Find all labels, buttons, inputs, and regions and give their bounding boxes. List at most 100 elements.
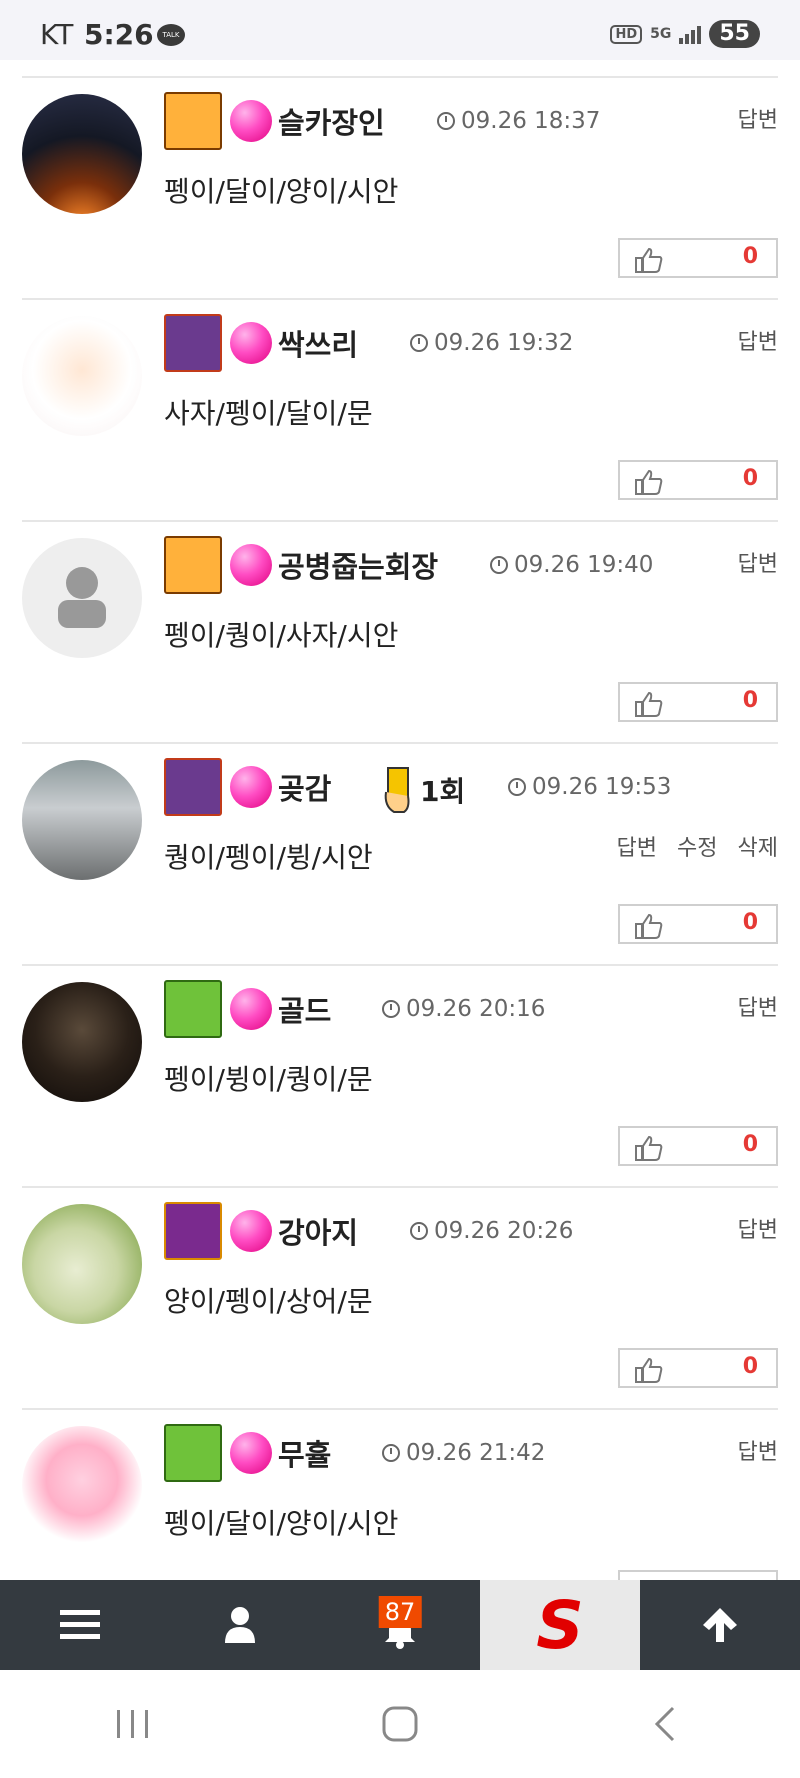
level-dot-icon: [230, 1432, 272, 1474]
back-icon[interactable]: [647, 1704, 687, 1744]
level-dot-icon: [230, 988, 272, 1030]
user-icon: [225, 1607, 255, 1643]
avatar[interactable]: [22, 982, 142, 1102]
comment-author[interactable]: 슬카장인: [278, 100, 385, 142]
home-icon[interactable]: [380, 1704, 420, 1744]
reply-button[interactable]: 답변: [738, 324, 778, 356]
reply-button[interactable]: 답변: [738, 1212, 778, 1244]
level-badge-icon: [164, 536, 222, 594]
kakaotalk-icon: TALK: [157, 24, 185, 46]
comment-time: 09.26 20:16: [382, 996, 545, 1022]
comment-item: 공병줍는회장 09.26 19:40 답변 펭이/퀑이/사자/시안 0: [22, 520, 778, 744]
comment-author[interactable]: 공병줍는회장: [278, 544, 438, 586]
like-count: 0: [742, 466, 758, 491]
avatar[interactable]: [22, 1426, 142, 1546]
thumbs-up-icon: [635, 691, 663, 717]
reply-button[interactable]: 답변: [738, 990, 778, 1022]
comment-item: 무휼 09.26 21:42 답변 펭이/달이/양이/시안: [22, 1408, 778, 1582]
avatar[interactable]: [22, 316, 142, 436]
comment-time: 09.26 21:42: [382, 1440, 545, 1466]
thumbs-up-icon: [635, 1135, 663, 1161]
level-badge-icon: [164, 980, 222, 1038]
like-button[interactable]: 0: [618, 1126, 778, 1166]
comment-time: 09.26 19:40: [490, 552, 653, 578]
carrier-label: KT: [40, 18, 74, 51]
comment-time: 09.26 18:37: [437, 108, 600, 134]
site-logo[interactable]: S: [480, 1580, 640, 1670]
system-nav-bar: [0, 1670, 800, 1778]
thumbs-up-icon: [635, 469, 663, 495]
signal-icon: [679, 24, 702, 44]
level-badge-icon: [164, 92, 222, 150]
like-button[interactable]: 0: [618, 460, 778, 500]
comment-author[interactable]: 싹쓰리: [278, 322, 358, 364]
level-dot-icon: [230, 766, 272, 808]
comment-text: 사자/펭이/달이/문: [164, 397, 373, 430]
comment-author[interactable]: 무휼: [278, 1432, 331, 1474]
avatar[interactable]: [22, 1204, 142, 1324]
clock-icon: [490, 556, 508, 574]
like-button[interactable]: 0: [618, 682, 778, 722]
comment-item: 싹쓰리 09.26 19:32 답변 사자/펭이/달이/문 0: [22, 298, 778, 522]
svg-text:S: S: [536, 1590, 584, 1660]
clock-icon: [382, 1444, 400, 1462]
comment-actions: 답변: [738, 1434, 778, 1466]
comment-text: 퀑이/펭이/뷩/시안: [164, 841, 373, 874]
comment-actions: 답변: [738, 990, 778, 1022]
clock-icon: [437, 112, 455, 130]
like-count: 0: [742, 244, 758, 269]
clock-icon: [410, 334, 428, 352]
avatar[interactable]: [22, 760, 142, 880]
comment-author[interactable]: 곶감: [278, 766, 331, 808]
arrow-up-icon: [703, 1608, 737, 1642]
delete-button[interactable]: 삭제: [738, 830, 778, 862]
avatar[interactable]: [22, 538, 142, 658]
reply-button[interactable]: 답변: [738, 546, 778, 578]
avatar[interactable]: [22, 94, 142, 214]
level-badge-icon: [164, 314, 222, 372]
level-dot-icon: [230, 100, 272, 142]
comment-author[interactable]: 골드: [278, 988, 331, 1030]
comment-time: 09.26 19:32: [410, 330, 573, 356]
yellow-card-icon: [384, 767, 410, 813]
comment-author[interactable]: 강아지: [278, 1210, 358, 1252]
reply-button[interactable]: 답변: [738, 102, 778, 134]
comment-actions: 답변: [738, 546, 778, 578]
comment-item: 강아지 09.26 20:26 답변 양이/펭이/상어/문 0: [22, 1186, 778, 1410]
hd-icon: HD: [610, 24, 643, 44]
level-dot-icon: [230, 544, 272, 586]
comment-actions: 답변: [738, 1212, 778, 1244]
level-badge-icon: [164, 758, 222, 816]
recent-apps-icon[interactable]: [113, 1704, 153, 1744]
comment-actions: 답변: [738, 324, 778, 356]
edit-button[interactable]: 수정: [677, 830, 717, 862]
comment-time: 09.26 19:53: [508, 774, 671, 800]
reply-button[interactable]: 답변: [617, 830, 657, 862]
comment-item: 곶감 1회 09.26 19:53 답변 수정 삭제 퀑이/펭이/뷩/시안 0: [22, 742, 778, 966]
default-user-icon: [58, 567, 106, 628]
5g-icon: 5G: [650, 26, 672, 42]
menu-button[interactable]: [0, 1580, 160, 1670]
comment-actions: 답변: [738, 102, 778, 134]
notification-button[interactable]: 87: [320, 1580, 480, 1670]
thumbs-up-icon: [635, 1357, 663, 1383]
clock-icon: [508, 778, 526, 796]
level-badge-icon: [164, 1202, 222, 1260]
like-count: 0: [742, 910, 758, 935]
like-count: 0: [742, 1132, 758, 1157]
warning-count: 1회: [420, 775, 466, 808]
comment-text: 펭이/뷩이/퀑이/문: [164, 1063, 373, 1096]
profile-button[interactable]: [160, 1580, 320, 1670]
comment-text: 펭이/달이/양이/시안: [164, 1507, 399, 1540]
like-button[interactable]: 0: [618, 904, 778, 944]
scroll-top-button[interactable]: [640, 1580, 800, 1670]
like-count: 0: [742, 1354, 758, 1379]
clock-icon: [410, 1222, 428, 1240]
reply-button[interactable]: 답변: [738, 1434, 778, 1466]
like-button[interactable]: 0: [618, 238, 778, 278]
status-icons: HD 5G 55: [610, 20, 760, 48]
thumbs-up-icon: [635, 913, 663, 939]
clock-time: 5:26: [84, 18, 154, 51]
like-button[interactable]: 0: [618, 1348, 778, 1388]
status-bar: KT 5:26 TALK HD 5G 55: [0, 0, 800, 60]
